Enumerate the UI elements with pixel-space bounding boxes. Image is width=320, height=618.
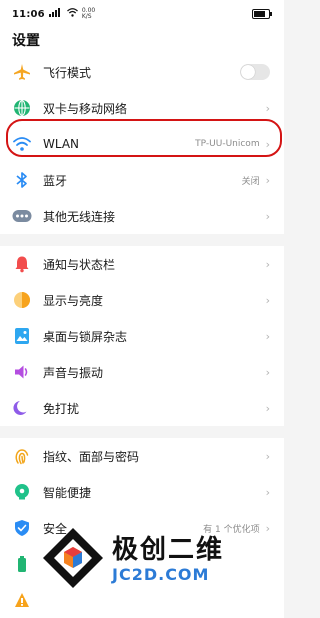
display-brightness-label: 显示与亮度 (43, 293, 104, 308)
row-notifications-statusbar[interactable]: 通知与状态栏 › (0, 246, 284, 282)
sound-icon (12, 362, 32, 382)
other-connections-label: 其他无线连接 (43, 209, 116, 224)
notifications-label: 通知与状态栏 (43, 257, 116, 272)
row-do-not-disturb[interactable]: 免打扰 › (0, 390, 284, 426)
fingerprint-icon (12, 446, 32, 466)
settings-group-connectivity: 飞行模式 双卡与移动网络 › WLAN TP-UU-Unicom › 蓝牙 关闭… (0, 54, 284, 234)
chevron-right-icon: › (265, 257, 270, 271)
status-time: 11:06 (12, 8, 45, 20)
brightness-icon (12, 290, 32, 310)
bluetooth-icon (12, 170, 32, 190)
wlan-network-name: TP-UU-Unicom (195, 139, 260, 149)
chevron-right-icon: › (265, 485, 270, 499)
row-bluetooth[interactable]: 蓝牙 关闭 › (0, 162, 284, 198)
airplane-icon (12, 62, 32, 82)
battery-level (254, 11, 265, 17)
wallpaper-icon (12, 326, 32, 346)
section-divider (0, 426, 284, 438)
wlan-label: WLAN (43, 137, 80, 151)
bluetooth-label: 蓝牙 (43, 173, 68, 188)
do-not-disturb-label: 免打扰 (43, 401, 80, 416)
row-airplane-mode[interactable]: 飞行模式 (0, 54, 284, 90)
settings-group-display: 通知与状态栏 › 显示与亮度 › 桌面与锁屏杂志 › 声音与振动 › 免打扰 › (0, 246, 284, 426)
watermark-logo (40, 525, 106, 595)
accessibility-icon (12, 590, 32, 610)
watermark-subtitle: JC2D.COM (112, 565, 210, 584)
smart-assist-label: 智能便捷 (43, 485, 92, 500)
network-speed: 0.00 K/S (81, 7, 96, 20)
row-fingerprint-face-password[interactable]: 指纹、面部与密码 › (0, 438, 284, 474)
wifi-icon (12, 134, 32, 154)
chevron-right-icon: › (265, 365, 270, 379)
chevron-right-icon: › (265, 101, 270, 115)
row-smart-assist[interactable]: 智能便捷 › (0, 474, 284, 510)
globe-icon (12, 98, 32, 118)
row-other-connections[interactable]: 其他无线连接 › (0, 198, 284, 234)
fingerprint-label: 指纹、面部与密码 (43, 449, 140, 464)
chevron-right-icon: › (265, 293, 270, 307)
wifi-status-icon (66, 8, 78, 20)
battery-setting-icon (12, 554, 32, 574)
chevron-right-icon: › (265, 137, 270, 151)
more-connections-icon (12, 206, 32, 226)
chevron-right-icon: › (265, 449, 270, 463)
row-display-brightness[interactable]: 显示与亮度 › (0, 282, 284, 318)
row-desktop-lockscreen[interactable]: 桌面与锁屏杂志 › (0, 318, 284, 354)
bell-icon (12, 254, 32, 274)
watermark-title: 极创二维 (112, 535, 225, 565)
chevron-right-icon: › (265, 329, 270, 343)
shield-icon (12, 518, 32, 538)
row-sound-vibration[interactable]: 声音与振动 › (0, 354, 284, 390)
watermark: 极创二维 JC2D.COM (40, 520, 284, 600)
airplane-mode-toggle[interactable] (240, 64, 270, 80)
battery-icon (252, 9, 272, 19)
toggle-knob (241, 65, 255, 79)
smart-assist-icon (12, 482, 32, 502)
chevron-right-icon: › (265, 173, 270, 187)
dual-sim-network-label: 双卡与移动网络 (43, 101, 128, 116)
airplane-mode-label: 飞行模式 (43, 65, 92, 80)
status-bar: 11:06 0.00 K/S (0, 0, 284, 28)
moon-icon (12, 398, 32, 418)
desktop-lockscreen-label: 桌面与锁屏杂志 (43, 329, 128, 344)
signal-icon (48, 8, 63, 20)
page-title: 设置 (0, 28, 284, 54)
sound-vibration-label: 声音与振动 (43, 365, 104, 380)
row-wlan[interactable]: WLAN TP-UU-Unicom › (0, 126, 284, 162)
chevron-right-icon: › (265, 209, 270, 223)
section-divider (0, 234, 284, 246)
row-dual-sim-network[interactable]: 双卡与移动网络 › (0, 90, 284, 126)
bluetooth-status: 关闭 (241, 176, 260, 187)
chevron-right-icon: › (265, 401, 270, 415)
